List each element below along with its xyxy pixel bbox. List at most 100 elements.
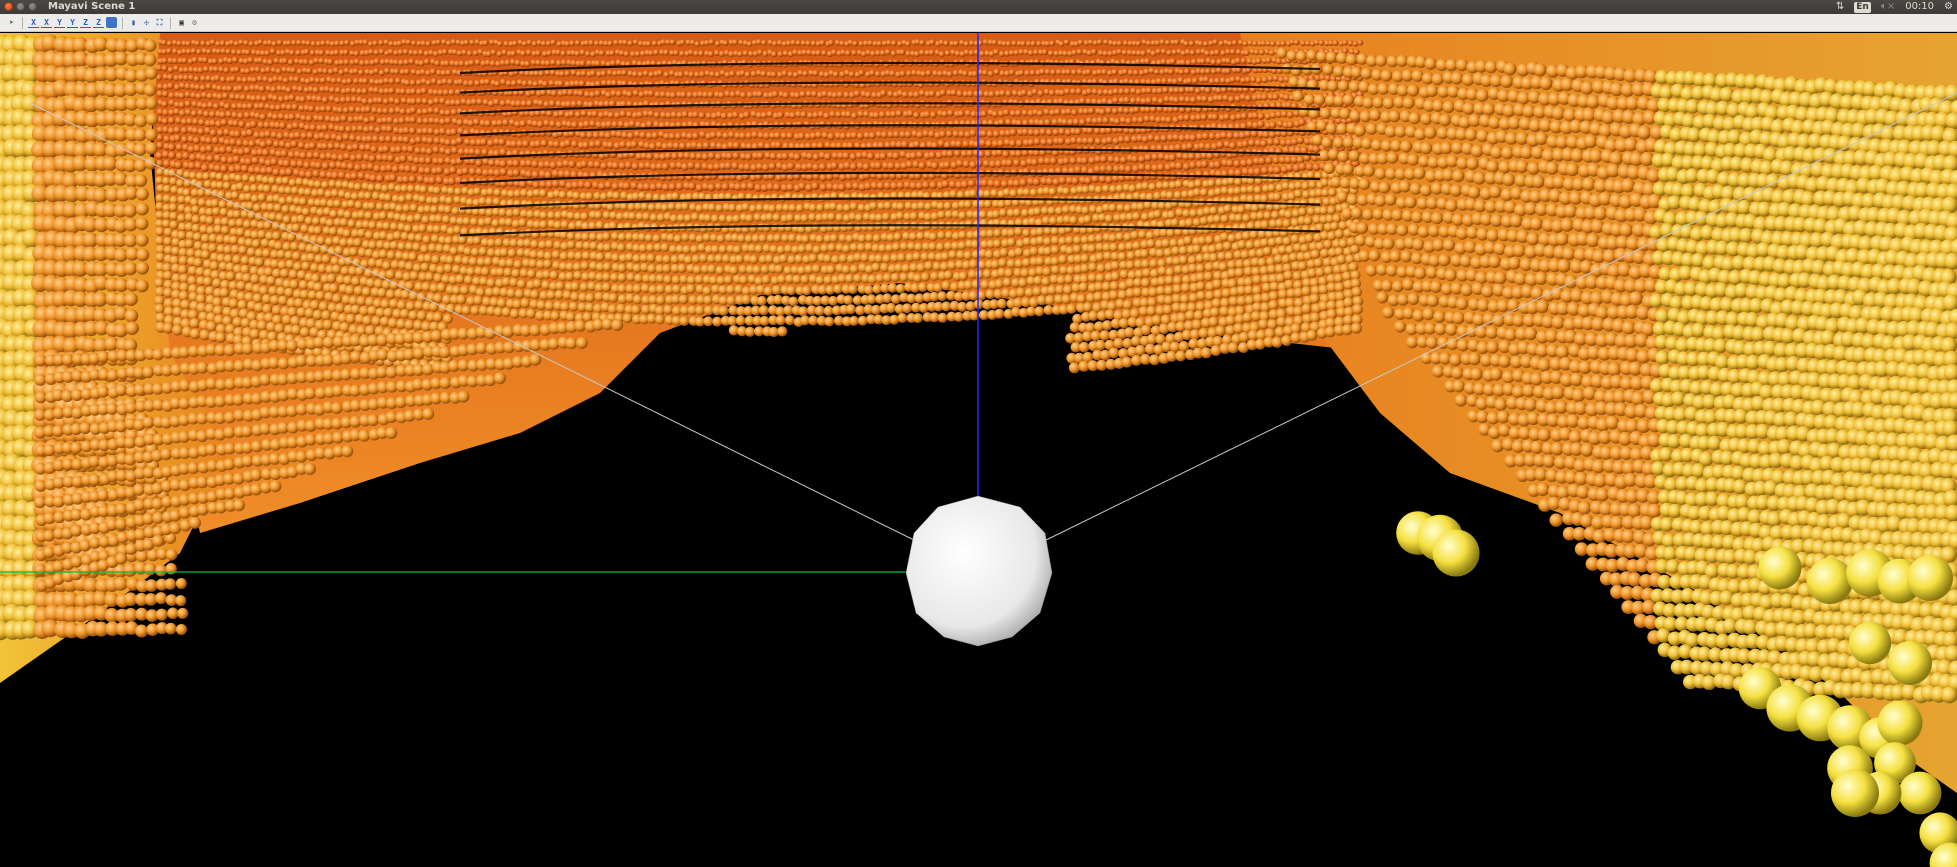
point-cloud-point (579, 60, 586, 67)
clock[interactable]: 00:10 (1905, 0, 1934, 14)
point-cloud-point (426, 136, 435, 145)
maximize-window-button[interactable] (28, 2, 37, 11)
point-cloud-point (219, 111, 227, 119)
view-plus-x-icon[interactable]: X (28, 17, 39, 28)
point-cloud-point (250, 184, 259, 193)
save-icon[interactable]: ▣ (176, 17, 187, 28)
view-plus-y-icon[interactable]: Y (54, 17, 65, 28)
point-cloud-point (425, 40, 432, 47)
point-cloud-point (448, 89, 456, 96)
point-cloud-point (420, 262, 430, 272)
point-cloud-point (609, 50, 616, 57)
point-cloud-point (241, 174, 250, 183)
point-cloud-point (1231, 39, 1238, 46)
point-cloud-point (761, 39, 767, 46)
point-cloud-point (1220, 214, 1230, 224)
point-cloud-point (1200, 160, 1209, 169)
point-cloud-point (686, 91, 694, 99)
point-cloud-point (433, 97, 441, 105)
point-cloud-point (943, 201, 952, 211)
point-cloud-point (504, 59, 511, 66)
point-cloud-point (555, 281, 565, 291)
full-screen-icon[interactable]: ⛶ (154, 17, 165, 28)
point-cloud-point (539, 189, 548, 198)
point-cloud-point (386, 250, 396, 260)
point-cloud-point (161, 117, 169, 125)
close-window-button[interactable] (4, 2, 13, 11)
point-cloud-point (1035, 227, 1045, 237)
point-cloud-point (243, 39, 249, 46)
speaker-muted-icon[interactable]: 🔈︎× (1881, 0, 1895, 14)
point-cloud-point (399, 88, 407, 95)
point-cloud-point (449, 246, 459, 256)
point-cloud-point (1220, 86, 1228, 94)
point-cloud-point (292, 121, 300, 130)
point-cloud-point (1243, 49, 1250, 56)
point-cloud-point (707, 152, 716, 160)
view-minus-x-icon[interactable]: X (41, 17, 52, 28)
point-cloud-point (895, 110, 903, 118)
point-cloud-point (268, 176, 277, 185)
point-cloud-point (1008, 139, 1017, 148)
network-icon[interactable]: ⇅ (1836, 0, 1844, 14)
point-cloud-point (357, 171, 366, 180)
point-cloud-point (244, 49, 251, 56)
point-cloud-point (333, 199, 342, 208)
point-cloud-point (1171, 78, 1179, 85)
view-minus-y-icon[interactable]: Y (67, 17, 78, 28)
point-cloud-point (231, 56, 239, 64)
point-cloud-point (1049, 157, 1058, 165)
point-cloud-point (232, 209, 242, 219)
isometric-view-icon[interactable] (106, 17, 117, 28)
point-cloud-point (513, 259, 523, 270)
view-minus-z-icon[interactable]: Z (93, 17, 104, 28)
point-cloud-point (297, 85, 304, 93)
point-cloud-point (290, 67, 297, 74)
minimize-window-button[interactable] (16, 2, 25, 11)
point-cloud-point (1253, 185, 1263, 195)
toggle-axes-icon[interactable]: ✣ (141, 17, 152, 28)
point-cloud-point (324, 133, 332, 141)
point-cloud-point (285, 168, 294, 177)
point-cloud-point (931, 161, 939, 170)
point-cloud-point (531, 160, 539, 168)
point-cloud-point (1058, 40, 1065, 47)
point-cloud-point (421, 97, 429, 105)
3d-scene-viewport[interactable] (0, 33, 1957, 867)
point-cloud-point (707, 91, 715, 99)
point-cloud-point (1093, 224, 1103, 233)
point-cloud-point (642, 70, 650, 77)
point-cloud-point (478, 246, 488, 257)
point-cloud-point (1015, 139, 1024, 148)
point-cloud-point (1144, 58, 1151, 65)
point-cloud-point (501, 49, 508, 56)
point-cloud-point (1037, 89, 1045, 97)
point-cloud-point (1065, 68, 1072, 76)
point-cloud-point (1109, 242, 1119, 252)
point-cloud-point (257, 39, 264, 46)
point-cloud-point (338, 125, 346, 133)
gear-icon[interactable]: ⚙ (1944, 0, 1953, 14)
point-cloud-point (718, 91, 725, 99)
point-cloud-point (983, 189, 992, 198)
point-cloud-point (1133, 106, 1141, 114)
point-cloud-point (265, 139, 274, 147)
point-cloud-point (254, 66, 261, 73)
point-cloud-point (770, 71, 777, 78)
point-cloud-point (264, 50, 271, 57)
pipeline-icon[interactable]: ➤ (6, 17, 17, 28)
point-cloud-point (258, 85, 266, 93)
point-cloud-point (963, 250, 973, 260)
configure-scene-icon[interactable]: ⚙ (189, 17, 200, 28)
point-cloud-point (218, 146, 227, 154)
point-cloud-point (978, 210, 988, 219)
point-cloud-point (363, 116, 371, 124)
view-plus-z-icon[interactable]: Z (80, 17, 91, 28)
point-cloud-point (726, 284, 736, 295)
point-cloud-point (431, 254, 441, 265)
point-cloud-point (1204, 86, 1212, 94)
point-cloud-point (866, 152, 875, 160)
parallel-projection-icon[interactable]: ▮ (128, 17, 139, 28)
point-cloud-point (371, 135, 380, 143)
keyboard-language-indicator[interactable]: En (1854, 1, 1871, 13)
